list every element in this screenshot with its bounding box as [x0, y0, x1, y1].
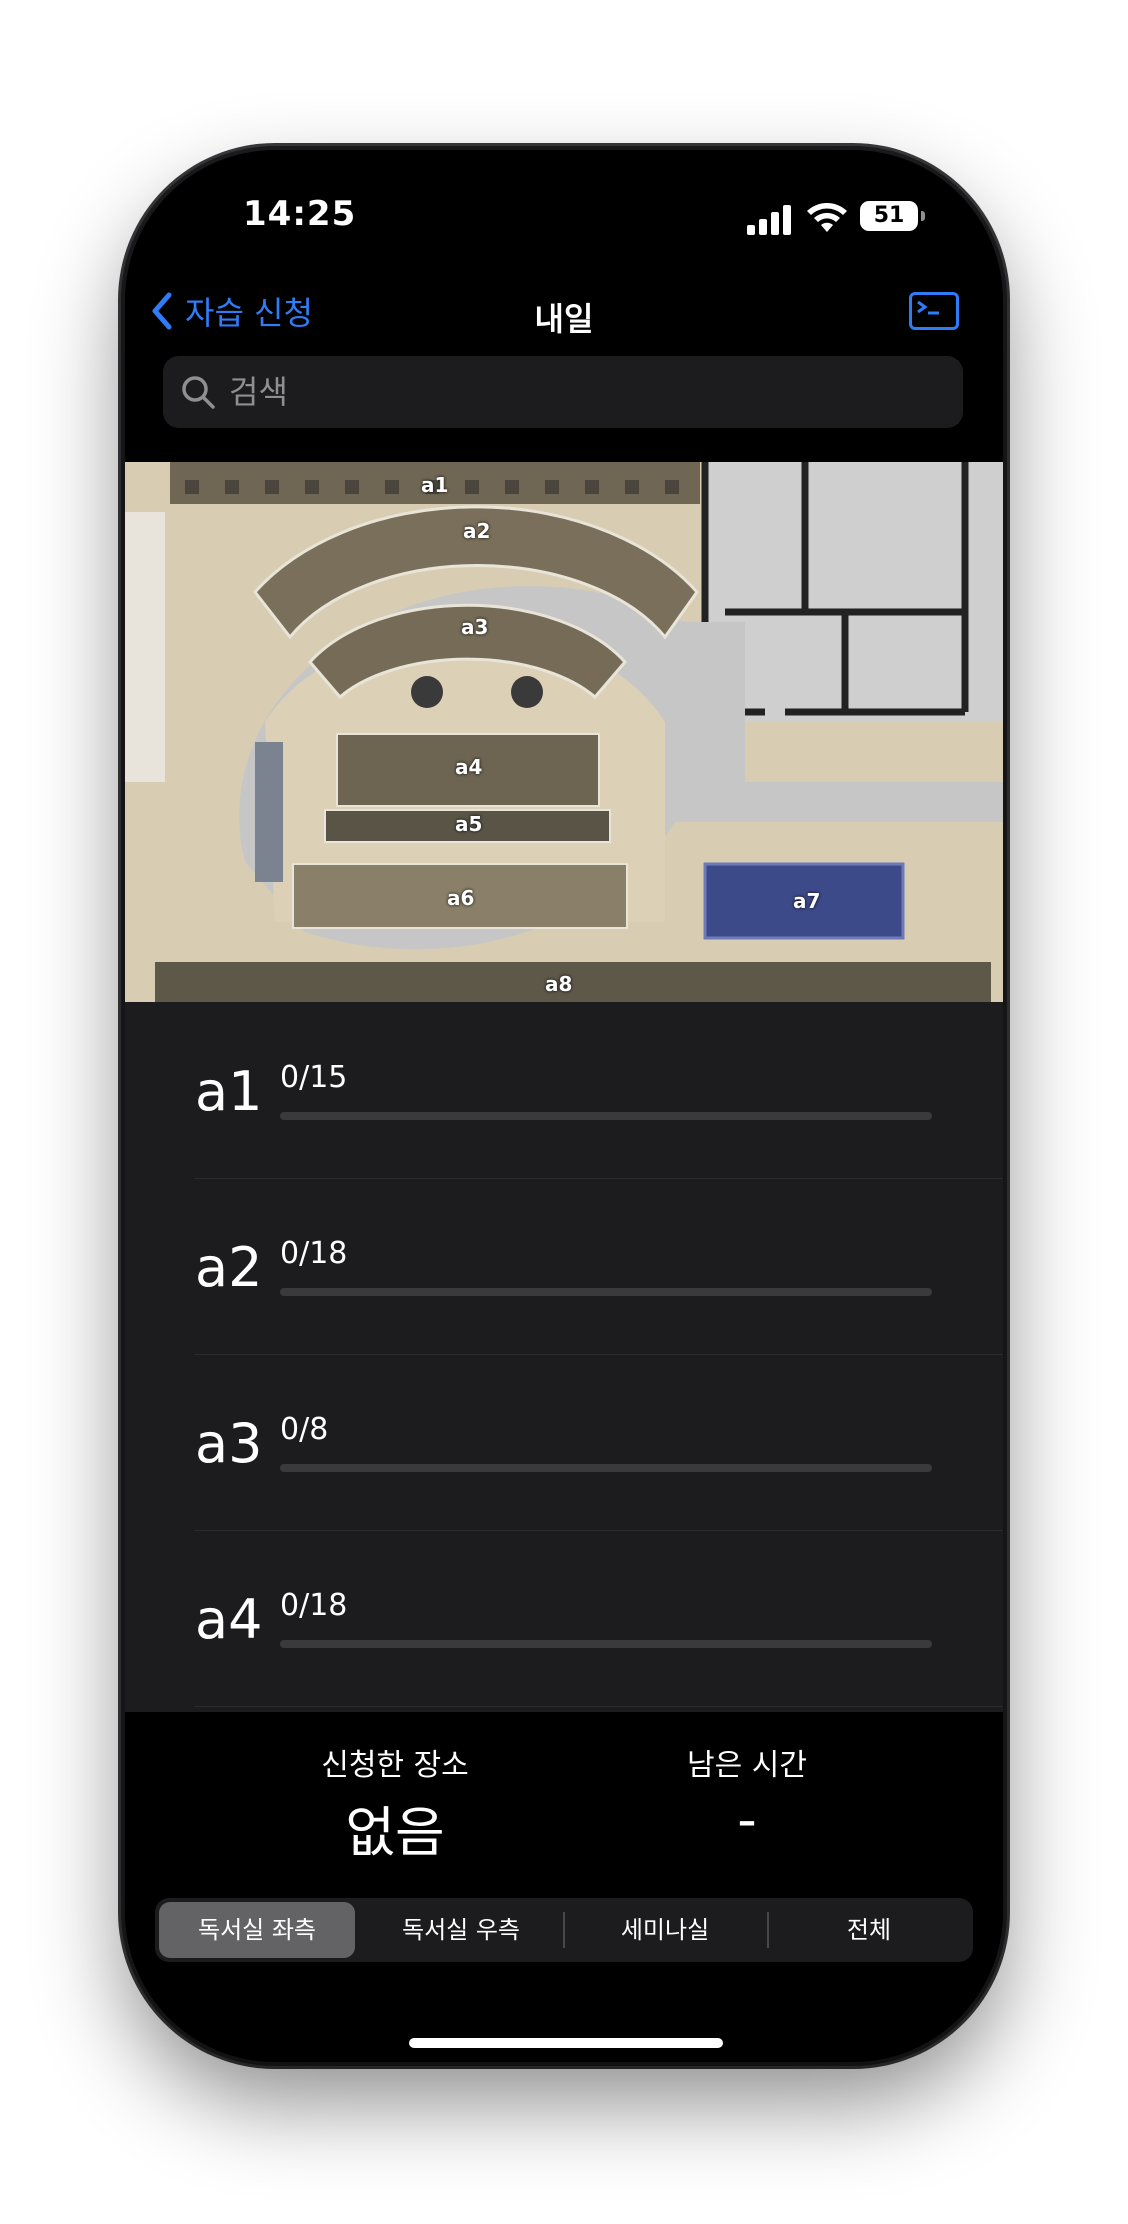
home-indicator[interactable] [409, 2038, 723, 2048]
occupancy-bar [280, 1640, 932, 1648]
applied-place-value: 없음 [345, 1801, 445, 1864]
status-bar: 14:25 51 [125, 150, 1003, 270]
list-item[interactable]: a3 0/8 [195, 1354, 1003, 1531]
area-segmented-control: 독서실 좌측 독서실 우측 세미나실 전체 [155, 1898, 973, 1962]
remaining-time-value: - [737, 1788, 757, 1851]
room-occupancy: 0/15 [280, 1060, 348, 1095]
segment-divider [563, 1912, 565, 1948]
room-name: a2 [195, 1236, 263, 1299]
search-icon [182, 376, 215, 409]
phone-screen: 14:25 51 자습 신청 내일 검색 a1 a2 a3 a4 a5 a6 a… [125, 150, 1003, 2062]
reservation-summary: 신청한 장소 없음 남은 시간 - 독서실 좌측 독서실 우측 세미나실 전체 [125, 1712, 1003, 2062]
occupancy-bar [280, 1288, 932, 1296]
occupancy-bar [280, 1464, 932, 1472]
remaining-time-label: 남은 시간 [687, 1748, 807, 1783]
terminal-icon[interactable] [909, 292, 959, 330]
tab-seminar-room[interactable]: 세미나실 [567, 1902, 763, 1958]
zone-label-a8[interactable]: a8 [545, 972, 572, 996]
list-item[interactable]: a4 0/18 [195, 1530, 1003, 1707]
status-time: 14:25 [243, 194, 357, 234]
zone-label-a3[interactable]: a3 [461, 615, 488, 639]
list-item[interactable]: a1 0/15 [195, 1002, 1003, 1179]
room-list: a1 0/15 a2 0/18 a3 0/8 a4 0/18 [125, 1002, 1003, 1712]
navigation-bar: 자습 신청 내일 [125, 270, 1003, 360]
cellular-signal-icon [747, 205, 795, 235]
applied-place-label: 신청한 장소 [321, 1748, 469, 1783]
zone-label-a7[interactable]: a7 [793, 889, 820, 913]
tab-reading-room-right[interactable]: 독서실 우측 [363, 1902, 559, 1958]
page-title: 내일 [534, 300, 594, 338]
room-name: a4 [195, 1588, 263, 1651]
room-name: a1 [195, 1060, 263, 1123]
tab-all[interactable]: 전체 [771, 1902, 967, 1958]
tab-reading-room-left[interactable]: 독서실 좌측 [159, 1902, 355, 1958]
segment-divider [767, 1912, 769, 1948]
zone-label-a5[interactable]: a5 [455, 812, 482, 836]
zone-label-a1[interactable]: a1 [421, 473, 448, 497]
list-item[interactable]: a2 0/18 [195, 1178, 1003, 1355]
wifi-icon [807, 203, 847, 232]
room-occupancy: 0/18 [280, 1588, 348, 1623]
search-bar[interactable] [163, 356, 963, 428]
applied-place: 신청한 장소 없음 [245, 1740, 545, 1867]
battery-icon: 51 [860, 201, 925, 231]
room-name: a3 [195, 1412, 263, 1475]
remaining-time: 남은 시간 - [597, 1740, 897, 1851]
search-input[interactable] [227, 372, 931, 412]
zone-label-a6[interactable]: a6 [447, 886, 474, 910]
zone-label-a2[interactable]: a2 [463, 519, 490, 543]
zone-label-a4[interactable]: a4 [455, 755, 482, 779]
room-occupancy: 0/18 [280, 1236, 348, 1271]
occupancy-bar [280, 1112, 932, 1120]
room-occupancy: 0/8 [280, 1412, 329, 1447]
floor-plan-map[interactable]: a1 a2 a3 a4 a5 a6 a7 a8 [125, 462, 1003, 1002]
